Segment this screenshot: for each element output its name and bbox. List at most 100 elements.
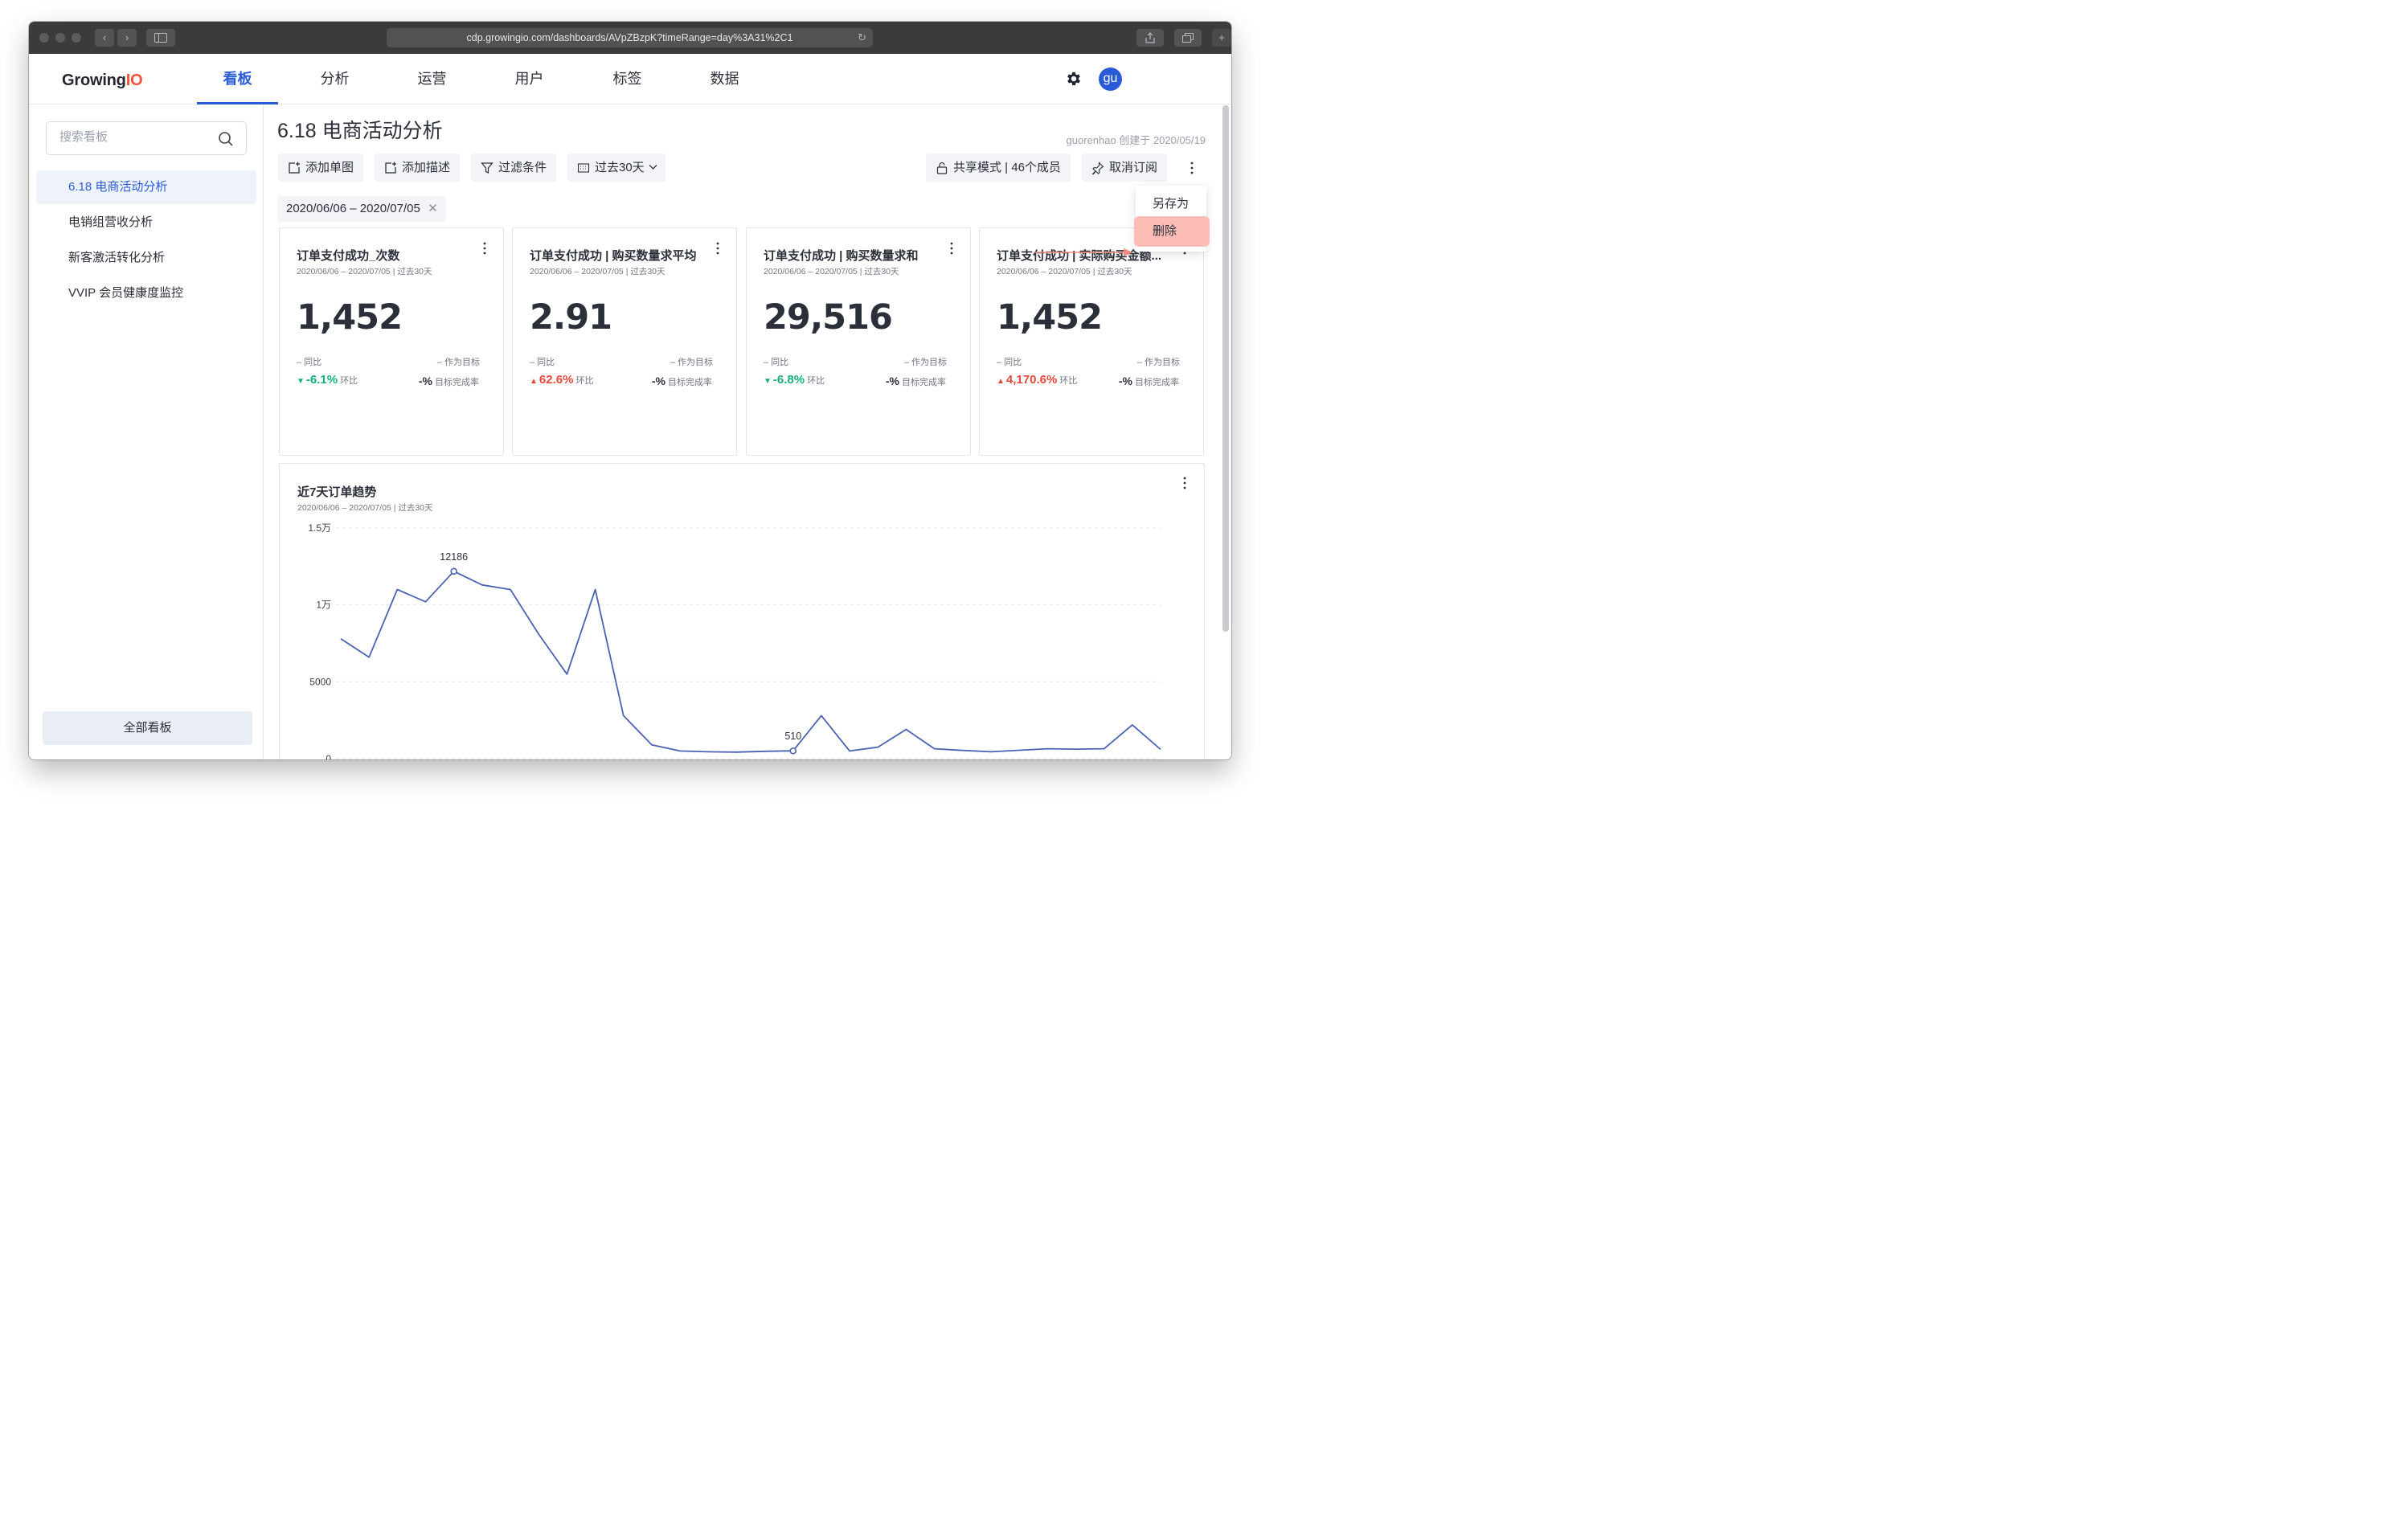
share-mode-button[interactable]: 共享模式 | 46个成员 [926, 154, 1071, 182]
nav-tab-users[interactable]: 用户 [489, 54, 570, 104]
add-chart-button[interactable]: 添加单图 [278, 154, 364, 182]
card-metric-value: 1,452 [297, 297, 403, 338]
card-mom-arrow-icon: ▲ [530, 377, 538, 386]
more-options-icon[interactable] [1186, 160, 1198, 176]
card-metric-value: 29,516 [764, 297, 893, 338]
metric-card[interactable]: 订单支付成功 | 实际购买金额... 2020/06/06 – 2020/07/0… [979, 227, 1204, 456]
metric-card[interactable]: 订单支付成功_次数 2020/06/06 – 2020/07/05 | 过去30天… [279, 227, 504, 456]
card-yoy-label: – 同比 [530, 358, 555, 367]
user-avatar[interactable]: gu [1099, 68, 1122, 91]
unsubscribe-label: 取消订阅 [1109, 161, 1158, 174]
sidebar-item-vvip-health[interactable]: VVIP 会员健康度监控 [36, 276, 256, 310]
card-yoy-label: – 同比 [997, 358, 1022, 367]
date-range-text: 2020/06/06 – 2020/07/05 [286, 202, 420, 215]
logo-text: Growing [62, 72, 126, 89]
card-title: 订单支付成功 | 购买数量求和 [764, 249, 919, 263]
time-range-select[interactable]: 过去30天 [567, 154, 665, 182]
card-goal-rate-label: 目标完成率 [435, 378, 479, 387]
card-goal-rate-label: 目标完成率 [902, 378, 946, 387]
board-search-input[interactable] [59, 130, 204, 144]
forward-icon[interactable]: › [117, 29, 137, 47]
nav-tab-operations[interactable]: 运营 [391, 54, 473, 104]
trend-line-chart[interactable]: 1.5万 1万 5000 0 12186 510 [280, 464, 1204, 760]
back-icon[interactable]: ‹ [95, 29, 114, 47]
new-tab-icon[interactable]: + [1212, 29, 1231, 47]
card-set-goal[interactable]: – 作为目标 [437, 355, 480, 368]
card-more-options-icon[interactable] [945, 240, 958, 256]
card-set-goal[interactable]: – 作为目标 [1137, 355, 1180, 368]
card-date-range: 2020/06/06 – 2020/07/05 | 过去30天 [997, 267, 1132, 276]
card-goal-rate-value: -% [651, 375, 665, 387]
creator-info: guorenhao 创建于 2020/05/19 [1066, 134, 1206, 146]
gear-icon[interactable] [1065, 70, 1083, 88]
card-mom-value: 4,170.6% [1005, 373, 1058, 387]
annotated-point [450, 567, 457, 575]
pin-icon [1091, 162, 1104, 174]
address-bar[interactable]: cdp.growingio.com/dashboards/AVpZBzpK?ti… [387, 28, 873, 47]
menu-item-save-as[interactable]: 另存为 [1136, 189, 1206, 219]
nav-tab-data[interactable]: 数据 [684, 54, 765, 104]
sidebar-item-new-customer-activation[interactable]: 新客激活转化分析 [36, 241, 256, 275]
board-search[interactable] [46, 121, 247, 155]
minimize-window-button[interactable] [55, 33, 65, 43]
close-window-button[interactable] [39, 33, 49, 43]
annotated-point [789, 747, 797, 755]
card-more-options-icon[interactable] [711, 240, 724, 256]
card-more-options-icon[interactable] [478, 240, 491, 256]
metric-card[interactable]: 订单支付成功 | 购买数量求和 2020/06/06 – 2020/07/05 |… [746, 227, 971, 456]
card-mom-label: 环比 [1059, 376, 1078, 386]
card-set-goal[interactable]: – 作为目标 [670, 355, 713, 368]
nav-tab-analysis[interactable]: 分析 [294, 54, 375, 104]
page-title: 6.18 电商活动分析 [277, 120, 443, 142]
metric-card[interactable]: 订单支付成功 | 购买数量求平均 2020/06/06 – 2020/07/05 … [512, 227, 737, 456]
menu-item-delete[interactable]: 删除 [1134, 216, 1210, 247]
card-mom-label: 环比 [807, 376, 825, 386]
add-chart-label: 添加单图 [305, 161, 354, 174]
card-date-range: 2020/06/06 – 2020/07/05 | 过去30天 [530, 267, 665, 276]
y-tick-label: 1万 [316, 600, 331, 611]
add-description-icon [385, 162, 396, 174]
sidebar-item-telesales-revenue[interactable]: 电销组营收分析 [36, 206, 256, 240]
filter-label: 过滤条件 [498, 161, 547, 174]
scrollbar[interactable] [1222, 105, 1229, 632]
add-description-label: 添加描述 [402, 161, 451, 174]
data-label: 510 [784, 731, 801, 742]
dashboard-main: 6.18 电商活动分析 guorenhao 创建于 2020/05/19 添加单… [264, 105, 1231, 760]
browser-titlebar: ‹ › cdp.growingio.com/dashboards/AVpZBzp… [29, 22, 1231, 54]
calendar-icon [577, 163, 590, 173]
add-description-button[interactable]: 添加描述 [375, 154, 461, 182]
unsubscribe-button[interactable]: 取消订阅 [1082, 154, 1168, 182]
card-mom-arrow-icon: ▼ [297, 377, 305, 386]
card-goal-rate-value: -% [418, 375, 432, 387]
filter-icon [481, 162, 493, 174]
share-icon[interactable] [1136, 29, 1164, 47]
search-icon[interactable] [218, 131, 234, 147]
card-mom-label: 环比 [575, 376, 594, 386]
growingio-logo[interactable]: GrowingIO [62, 72, 143, 90]
y-tick-label: 0 [326, 753, 331, 760]
card-mom: ▲ 4,170.6% 环比 [997, 373, 1077, 387]
nav-tab-tags[interactable]: 标签 [587, 54, 668, 104]
reload-icon[interactable]: ↻ [858, 28, 866, 47]
all-boards-button[interactable]: 全部看板 [43, 711, 252, 745]
card-title: 订单支付成功 | 购买数量求平均 [530, 249, 697, 263]
trend-chart-card: 近7天订单趋势 2020/06/06 – 2020/07/05 | 过去30天 … [279, 463, 1205, 760]
pointer-arrow [1034, 248, 1132, 256]
card-set-goal[interactable]: – 作为目标 [904, 355, 947, 368]
app-header: GrowingIO 看板 分析 运营 用户 标签 数据 gu [29, 54, 1231, 104]
sidebar-toggle-icon[interactable] [146, 29, 175, 47]
filter-button[interactable]: 过滤条件 [471, 154, 557, 182]
date-range-chip[interactable]: 2020/06/06 – 2020/07/05 ✕ [277, 196, 446, 222]
card-goal-rate: -% 目标完成率 [652, 375, 712, 388]
card-title: 订单支付成功_次数 [297, 249, 400, 263]
sidebar-item-618-campaign[interactable]: 6.18 电商活动分析 [36, 170, 256, 204]
zoom-window-button[interactable] [72, 33, 81, 43]
card-goal-rate: -% 目标完成率 [419, 375, 479, 388]
card-mom: ▲ 62.6% 环比 [530, 373, 593, 387]
y-tick-label: 5000 [309, 676, 331, 687]
browser-window: ‹ › cdp.growingio.com/dashboards/AVpZBzp… [29, 22, 1231, 760]
nav-tab-dashboard[interactable]: 看板 [197, 54, 278, 104]
card-mom-value: 62.6% [539, 373, 574, 387]
tabs-overview-icon[interactable] [1174, 29, 1202, 47]
close-icon[interactable]: ✕ [428, 196, 438, 222]
